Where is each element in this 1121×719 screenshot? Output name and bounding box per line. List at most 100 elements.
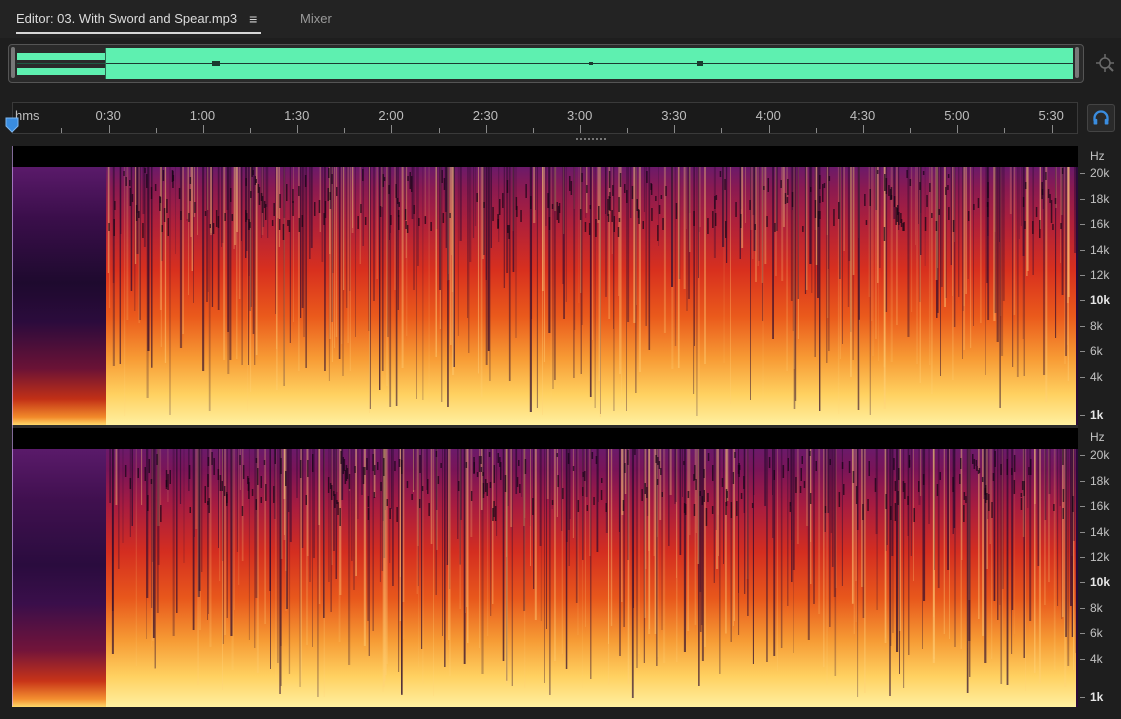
ruler-time-label: 0:30: [95, 108, 121, 123]
ruler-tick: [438, 128, 440, 133]
frequency-label: 8k: [1090, 601, 1103, 615]
ruler-time-label: 2:00: [378, 108, 404, 123]
spectrum-end-edge: [1076, 449, 1078, 707]
frequency-label: 14k: [1090, 525, 1110, 539]
frequency-tick: [1080, 697, 1085, 698]
frequency-tick: [1080, 275, 1085, 276]
tab-editor-label: Editor: 03. With Sword and Spear.mp3: [16, 11, 238, 26]
frequency-tick: [1080, 455, 1085, 456]
frequency-label: 1k: [1090, 408, 1104, 422]
ruler-tick: [249, 128, 251, 133]
overview-waveform: [17, 48, 1073, 79]
frequency-label: 20k: [1090, 166, 1110, 180]
ruler-tick: [485, 125, 487, 133]
frequency-unit-label: Hz: [1090, 430, 1105, 444]
frequency-tick: [1080, 608, 1085, 609]
ruler-tick: [815, 128, 817, 133]
ruler-tick: [721, 128, 723, 133]
frequency-tick: [1080, 582, 1085, 583]
ruler-tick: [108, 125, 110, 133]
ruler-time-label: 3:00: [567, 108, 593, 123]
frequency-label: 4k: [1090, 370, 1103, 384]
ruler-time-label: 2:30: [472, 108, 498, 123]
ruler-time-label: 3:30: [661, 108, 687, 123]
frequency-label: 12k: [1090, 550, 1110, 564]
frequency-tick: [1080, 481, 1085, 482]
overview-right-handle[interactable]: [1075, 47, 1079, 78]
playhead-marker-icon[interactable]: [5, 117, 19, 133]
ruler-time-label: 5:00: [944, 108, 970, 123]
frequency-label: 4k: [1090, 652, 1103, 666]
ruler-time-label: 5:30: [1038, 108, 1064, 123]
zoom-navigator-icon[interactable]: [1094, 52, 1116, 74]
frequency-axis-channel-1: Hz 20k 18k 16k 14k 12k 10k 8k 6k 4k 1k: [1080, 146, 1121, 425]
frequency-tick: [1080, 224, 1085, 225]
frequency-label: 10k: [1090, 575, 1111, 589]
frequency-label: 6k: [1090, 626, 1103, 640]
frequency-axis-channel-2: Hz 20k 18k 16k 14k 12k 10k 8k 6k 4k 1k: [1080, 428, 1121, 707]
panel-tab-bar: Editor: 03. With Sword and Spear.mp3 ≡ M…: [0, 0, 1121, 38]
ruler-tick: [768, 125, 770, 133]
frequency-label: 16k: [1090, 499, 1110, 513]
overview-waveform-navigator[interactable]: [8, 44, 1084, 83]
frequency-label: 18k: [1090, 192, 1110, 206]
frequency-tick: [1080, 351, 1085, 352]
frequency-label: 14k: [1090, 243, 1110, 257]
frequency-label: 8k: [1090, 319, 1103, 333]
ruler-tick: [674, 125, 676, 133]
ruler-tick: [862, 125, 864, 133]
frequency-label: 18k: [1090, 474, 1110, 488]
frequency-label: 20k: [1090, 448, 1110, 462]
frequency-tick: [1080, 557, 1085, 558]
ruler-time-label: 4:30: [849, 108, 876, 123]
spectrum-end-edge: [1076, 167, 1078, 425]
tab-mixer[interactable]: Mixer: [300, 10, 332, 28]
ruler-tick: [155, 128, 157, 133]
tab-editor[interactable]: Editor: 03. With Sword and Spear.mp3 ≡: [16, 10, 262, 34]
frequency-tick: [1080, 532, 1085, 533]
ruler-time-label: 1:00: [189, 108, 216, 123]
spectral-channel-1[interactable]: [12, 146, 1078, 425]
frequency-label: 16k: [1090, 217, 1110, 231]
ruler-tick: [910, 128, 912, 133]
frequency-label: 10k: [1090, 293, 1111, 307]
frequency-label: 6k: [1090, 344, 1103, 358]
frequency-label: 1k: [1090, 690, 1104, 704]
frequency-tick: [1080, 415, 1085, 416]
frequency-tick: [1080, 173, 1085, 174]
ruler-time-label: 1:30: [284, 108, 310, 123]
ruler-tick: [61, 128, 63, 133]
frequency-tick: [1080, 659, 1085, 660]
ruler-tick: [532, 128, 534, 133]
headphones-icon: [1093, 110, 1109, 125]
overview-left-handle[interactable]: [11, 47, 15, 78]
ruler-tick: [627, 128, 629, 133]
spectrum-intro-section: [12, 167, 106, 425]
ruler-tick: [297, 125, 299, 133]
ruler-time-label: 4:00: [755, 108, 781, 123]
spectral-channel-2[interactable]: [12, 428, 1078, 707]
time-ruler[interactable]: hms 0:30 1:00 1:30 2:00 2:30 3:00 3:30 4:00 4:30…: [12, 102, 1078, 134]
timeline-start-line: [12, 146, 13, 706]
frequency-tick: [1080, 250, 1085, 251]
frequency-tick: [1080, 633, 1085, 634]
ruler-tick: [202, 125, 204, 133]
ruler-tick: [1004, 128, 1006, 133]
monitor-button[interactable]: [1087, 104, 1115, 132]
spectrogram-texture: [107, 167, 1076, 417]
frequency-tick: [1080, 377, 1085, 378]
frequency-tick: [1080, 199, 1085, 200]
frequency-unit-label: Hz: [1090, 149, 1105, 163]
ruler-tick: [344, 128, 346, 133]
spectrum-intro-section: [12, 449, 106, 707]
frequency-tick: [1080, 326, 1085, 327]
hamburger-menu-icon[interactable]: ≡: [249, 10, 257, 28]
frequency-label: 12k: [1090, 268, 1110, 282]
ruler-tick: [957, 125, 959, 133]
frequency-tick: [1080, 506, 1085, 507]
spectrogram-texture: [109, 449, 1076, 698]
panel-divider-grip[interactable]: [576, 137, 606, 142]
ruler-tick: [580, 125, 581, 133]
frequency-tick: [1080, 300, 1085, 301]
ruler-tick: [391, 125, 393, 133]
